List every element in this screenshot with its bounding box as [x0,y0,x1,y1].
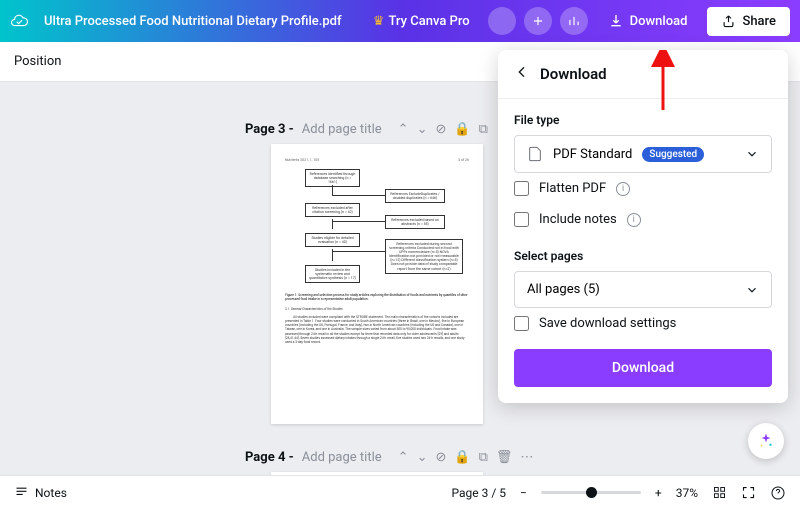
info-icon[interactable]: i [627,213,641,227]
file-type-label: File type [514,113,772,127]
include-notes-checkbox[interactable] [514,212,529,227]
analytics-icon[interactable] [560,7,588,35]
move-up-icon[interactable]: ⌃ [398,122,409,137]
cloud-save-icon[interactable] [10,12,28,30]
zoom-slider[interactable] [541,491,641,494]
duplicate-icon[interactable]: ⧉ [479,122,488,137]
popover-title: Download [540,65,607,83]
user-avatar[interactable] [488,7,516,35]
page-3-thumbnail[interactable]: Nutrients 2021, 1, 1053 of 26 References… [271,144,483,424]
help-icon[interactable] [770,485,786,501]
download-popover: Download File type PDF Standard Suggeste… [498,50,788,403]
move-down-icon[interactable]: ⌄ [417,450,428,465]
top-bar: Ultra Processed Food Nutritional Dietary… [0,0,800,42]
document-title[interactable]: Ultra Processed Food Nutritional Dietary… [44,14,342,29]
hide-icon[interactable]: ⊘ [435,122,446,137]
back-icon[interactable] [514,64,530,84]
page-4-header: Page 4 - Add page title ⌃ ⌄ ⊘ 🔒 ⧉ 🗑 ⋯ [245,450,533,465]
zoom-out-icon[interactable]: − [520,486,527,500]
position-button[interactable]: Position [14,54,61,69]
file-type-select[interactable]: PDF Standard Suggested [514,135,772,173]
fullscreen-icon[interactable] [741,485,756,500]
page-title-input[interactable]: Add page title [302,122,382,137]
delete-icon[interactable]: 🗑 [496,450,513,465]
select-pages-dropdown[interactable]: All pages (5) [514,271,772,308]
pdf-icon [527,146,543,162]
page-3-header: Page 3 - Add page title ⌃ ⌄ ⊘ 🔒 ⧉ [245,122,488,137]
page-indicator[interactable]: Page 3 / 5 [452,486,507,500]
move-up-icon[interactable]: ⌃ [398,450,409,465]
lock-icon[interactable]: 🔒 [454,122,470,137]
flatten-pdf-checkbox[interactable] [514,181,529,196]
grid-view-icon[interactable] [712,485,727,500]
lock-icon[interactable]: 🔒 [454,450,470,465]
zoom-value[interactable]: 37% [676,486,698,500]
info-icon[interactable]: i [616,182,630,196]
download-confirm-button[interactable]: Download [514,349,772,387]
notes-button[interactable]: Notes [14,485,67,500]
try-canva-pro-button[interactable]: ♛Try Canva Pro [363,8,480,35]
share-button[interactable]: Share [707,7,790,36]
bottom-bar: Notes Page 3 / 5 − + 37% [0,475,800,509]
chevron-down-icon [745,147,759,161]
zoom-in-icon[interactable]: + [655,486,662,500]
select-pages-label: Select pages [514,249,772,263]
chevron-down-icon [745,283,759,297]
download-button[interactable]: Download [596,6,700,36]
save-settings-checkbox[interactable] [514,316,529,331]
add-button[interactable] [524,7,552,35]
crown-icon: ♛ [373,14,385,29]
duplicate-icon[interactable]: ⧉ [479,450,488,465]
page-4-title-input[interactable]: Add page title [302,450,382,465]
hide-icon[interactable]: ⊘ [435,450,446,465]
more-icon[interactable]: ⋯ [520,450,533,465]
flowchart: References identified through database s… [285,169,469,289]
suggested-badge: Suggested [642,147,704,162]
magic-fab[interactable] [748,423,784,459]
move-down-icon[interactable]: ⌄ [417,122,428,137]
